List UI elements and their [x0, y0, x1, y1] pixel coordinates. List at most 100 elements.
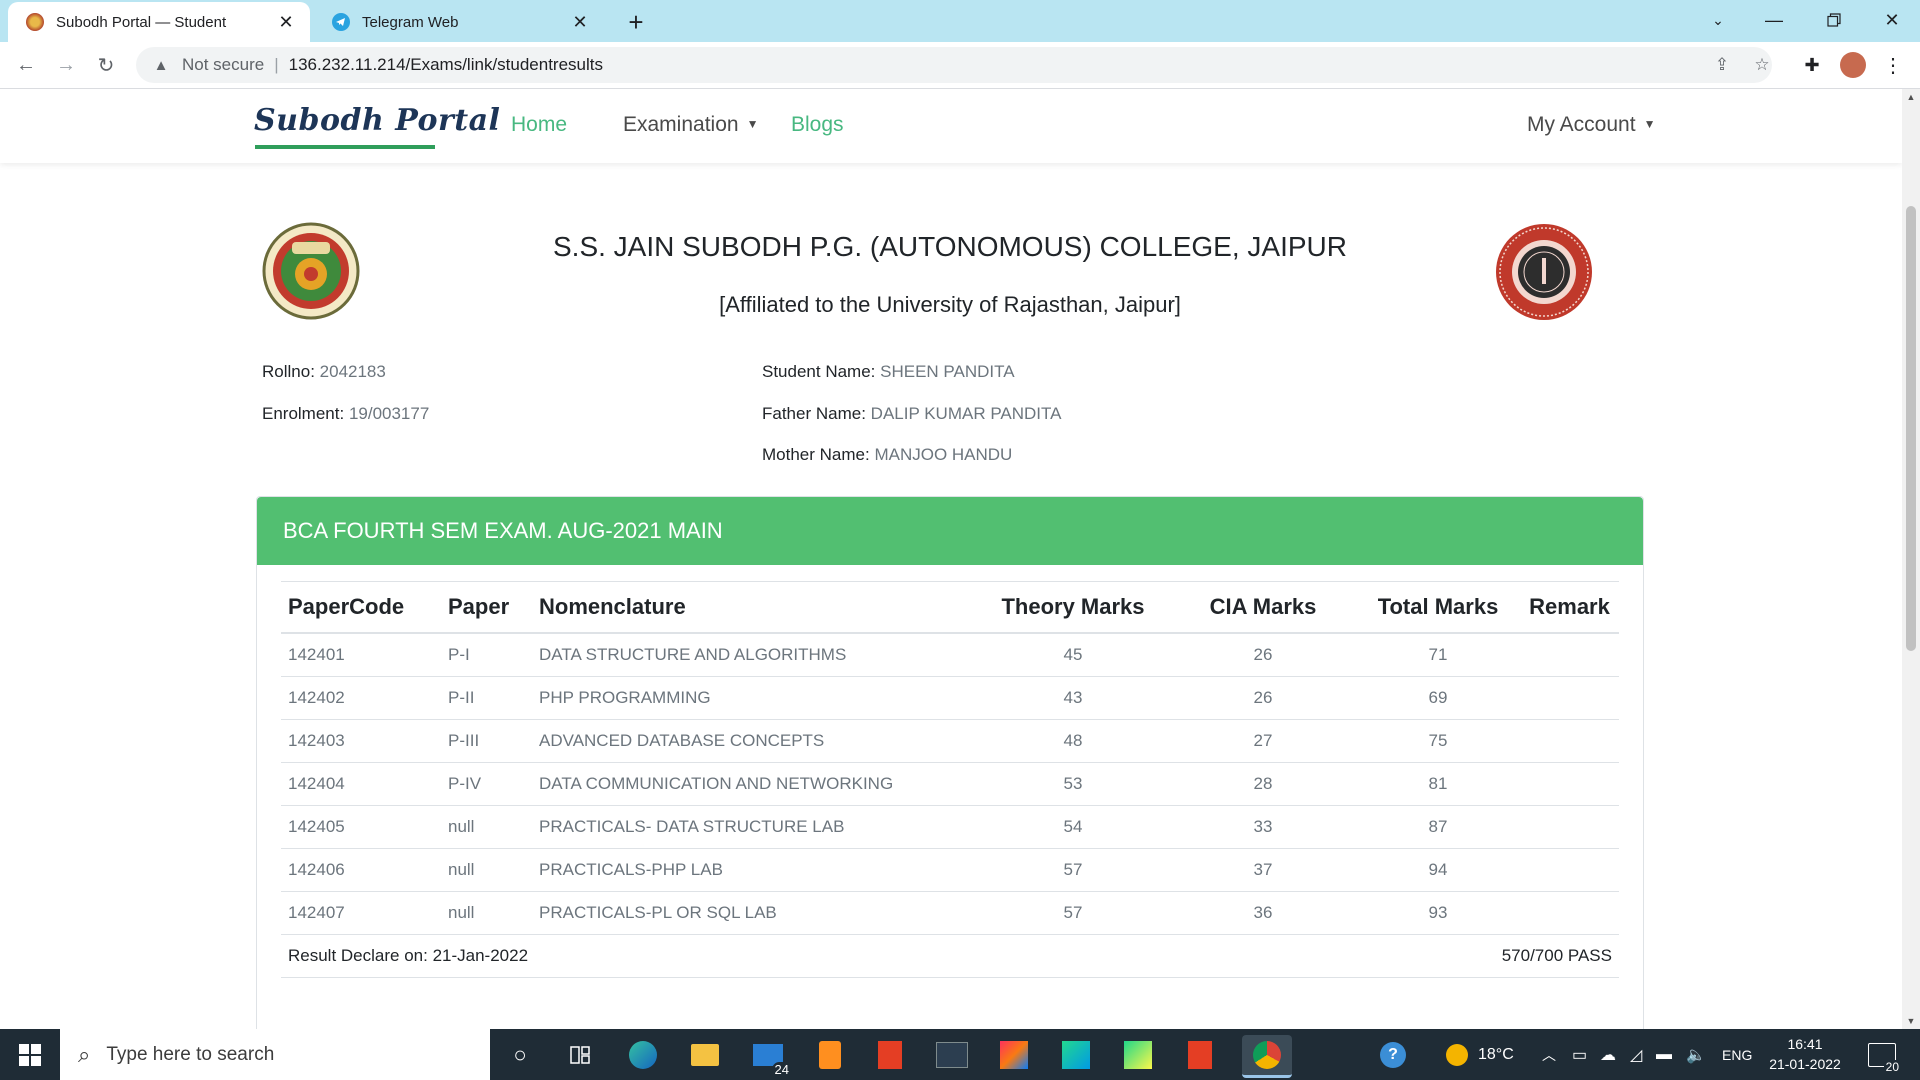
site-logo[interactable]: Subodh Portal: [254, 103, 500, 138]
address-bar[interactable]: ▲ Not secure | 136.232.11.214/Exams/link…: [136, 47, 1772, 83]
office-icon-2[interactable]: [1180, 1035, 1220, 1075]
office-icon[interactable]: [870, 1035, 910, 1075]
table-row: 142407 null PRACTICALS-PL OR SQL LAB 57 36 93: [281, 891, 1619, 935]
share-icon[interactable]: ⇪: [1710, 53, 1734, 77]
cell-papercode: 142405: [281, 805, 441, 849]
mail-badge: 24: [771, 1062, 792, 1077]
cell-paper: P-II: [441, 676, 532, 720]
task-view-icon[interactable]: [560, 1035, 600, 1075]
intellij-icon[interactable]: [994, 1035, 1034, 1075]
profile-avatar[interactable]: [1838, 50, 1868, 80]
cell-paper: P-I: [441, 633, 532, 677]
mail-icon[interactable]: 24: [748, 1035, 792, 1077]
clion-icon[interactable]: [1056, 1035, 1096, 1075]
cell-nomenclature: PRACTICALS-PL OR SQL LAB: [532, 891, 976, 935]
new-tab-icon[interactable]: +: [620, 6, 652, 38]
cell-papercode: 142402: [281, 676, 441, 720]
nav-examination[interactable]: Examination ▼: [623, 113, 758, 137]
nav-account-label: My Account: [1527, 113, 1636, 136]
close-tab-icon[interactable]: ✕: [274, 10, 298, 34]
cell-cia-marks: 27: [1170, 719, 1356, 763]
university-seal-icon: [1494, 222, 1592, 320]
cell-papercode: 142404: [281, 762, 441, 806]
wifi-icon[interactable]: ◿: [1630, 1029, 1642, 1080]
chrome-icon[interactable]: [1242, 1035, 1292, 1078]
battery-icon[interactable]: ▬: [1656, 1029, 1672, 1080]
weather-sun-icon: [1446, 1043, 1468, 1066]
cell-nomenclature: PRACTICALS-PHP LAB: [532, 848, 976, 892]
nav-examination-label: Examination: [623, 113, 739, 136]
cell-theory-marks: 53: [976, 762, 1170, 806]
windows-taskbar: ⌕ Type here to search ○ 24 ? 18°C ︿ ▭ ☁ …: [0, 1029, 1920, 1080]
taskbar-clock[interactable]: 16:41 21-01-2022: [1762, 1034, 1848, 1074]
notification-center-icon[interactable]: 20: [1868, 1029, 1901, 1080]
edge-browser-icon[interactable]: [623, 1035, 663, 1075]
cell-papercode: 142401: [281, 633, 441, 677]
not-secure-warning-icon[interactable]: ▲: [150, 57, 172, 74]
cell-theory-marks: 54: [976, 805, 1170, 849]
clock-date: 21-01-2022: [1769, 1056, 1841, 1072]
cell-remark: [1520, 762, 1619, 806]
col-total-marks: Total Marks: [1356, 581, 1520, 634]
tab-telegram[interactable]: Telegram Web ✕: [314, 2, 604, 42]
mother-name-label: Mother Name:: [762, 445, 870, 464]
minimize-icon[interactable]: —: [1746, 0, 1802, 40]
result-declared-date: Result Declare on: 21-Jan-2022: [281, 934, 1170, 978]
scroll-up-icon[interactable]: ▲: [1902, 89, 1920, 105]
page-scrollbar[interactable]: ▲ ▼: [1902, 89, 1920, 1029]
cell-remark: [1520, 719, 1619, 763]
rollno-label: Rollno:: [262, 362, 315, 381]
college-name: S.S. JAIN SUBODH P.G. (AUTONOMOUS) COLLE…: [552, 231, 1347, 262]
cell-theory-marks: 57: [976, 848, 1170, 892]
browser-tab-strip: Subodh Portal — Student ✕ Telegram Web ✕…: [0, 0, 1920, 42]
help-icon[interactable]: ?: [1380, 1029, 1406, 1080]
tab-subodh-portal[interactable]: Subodh Portal — Student ✕: [8, 2, 310, 42]
logo-underline: [255, 145, 435, 149]
tray-chevron-up-icon[interactable]: ︿: [1542, 1029, 1556, 1080]
taskbar-search-box[interactable]: ⌕ Type here to search: [60, 1029, 490, 1080]
onedrive-cloud-icon[interactable]: ☁: [1600, 1029, 1616, 1080]
reload-icon[interactable]: ↻: [90, 49, 122, 81]
address-separator: |: [274, 55, 279, 74]
exam-title: BCA FOURTH SEM EXAM. AUG-2021 MAIN: [283, 518, 723, 543]
cell-total-marks: 93: [1356, 891, 1520, 935]
cortana-icon[interactable]: ○: [500, 1035, 540, 1075]
extensions-puzzle-icon[interactable]: ✚: [1797, 50, 1827, 80]
father-name-field: Father Name: DALIP KUMAR PANDITA: [762, 404, 1062, 424]
nav-home[interactable]: Home: [511, 113, 567, 137]
bookmark-star-icon[interactable]: ☆: [1750, 53, 1774, 77]
taskbar-search-placeholder: Type here to search: [106, 1043, 275, 1065]
volume-icon[interactable]: 🔈: [1686, 1029, 1706, 1080]
cell-remark: [1520, 805, 1619, 849]
browser-menu-icon[interactable]: ⋮: [1878, 50, 1908, 80]
result-card: BCA FOURTH SEM EXAM. AUG-2021 MAIN Paper…: [256, 496, 1644, 1029]
nav-my-account[interactable]: My Account ▼: [1527, 113, 1655, 137]
language-indicator[interactable]: ENG: [1722, 1029, 1752, 1080]
mysql-workbench-icon[interactable]: [932, 1035, 972, 1075]
sublime-text-icon[interactable]: [810, 1035, 850, 1075]
url-text[interactable]: 136.232.11.214/Exams/link/studentresults: [289, 55, 603, 75]
security-label[interactable]: Not secure: [182, 55, 264, 75]
tab-search-icon[interactable]: ⌄: [1690, 0, 1746, 40]
cell-total-marks: 87: [1356, 805, 1520, 849]
cell-remark: [1520, 848, 1619, 892]
close-window-icon[interactable]: ✕: [1864, 0, 1920, 40]
weather-widget[interactable]: 18°C: [1446, 1029, 1514, 1080]
windows-start-icon[interactable]: [0, 1029, 60, 1080]
table-header-row: PaperCode Paper Nomenclature Theory Mark…: [281, 581, 1619, 634]
file-explorer-icon[interactable]: [685, 1035, 725, 1075]
cell-total-marks: 71: [1356, 633, 1520, 677]
subodh-favicon-icon: [26, 13, 44, 31]
close-tab-icon[interactable]: ✕: [568, 10, 592, 34]
cell-cia-marks: 26: [1170, 676, 1356, 720]
pycharm-icon[interactable]: [1118, 1035, 1158, 1075]
father-name-value: DALIP KUMAR PANDITA: [870, 404, 1062, 423]
scrollbar-thumb[interactable]: [1906, 206, 1916, 651]
back-icon[interactable]: ←: [10, 49, 42, 81]
restore-icon[interactable]: [1806, 0, 1862, 40]
scroll-down-icon[interactable]: ▼: [1902, 1013, 1920, 1029]
nav-blogs[interactable]: Blogs: [791, 113, 844, 137]
tab-title: Telegram Web: [362, 13, 459, 31]
forward-icon[interactable]: →: [50, 49, 82, 81]
device-icon[interactable]: ▭: [1572, 1029, 1587, 1080]
